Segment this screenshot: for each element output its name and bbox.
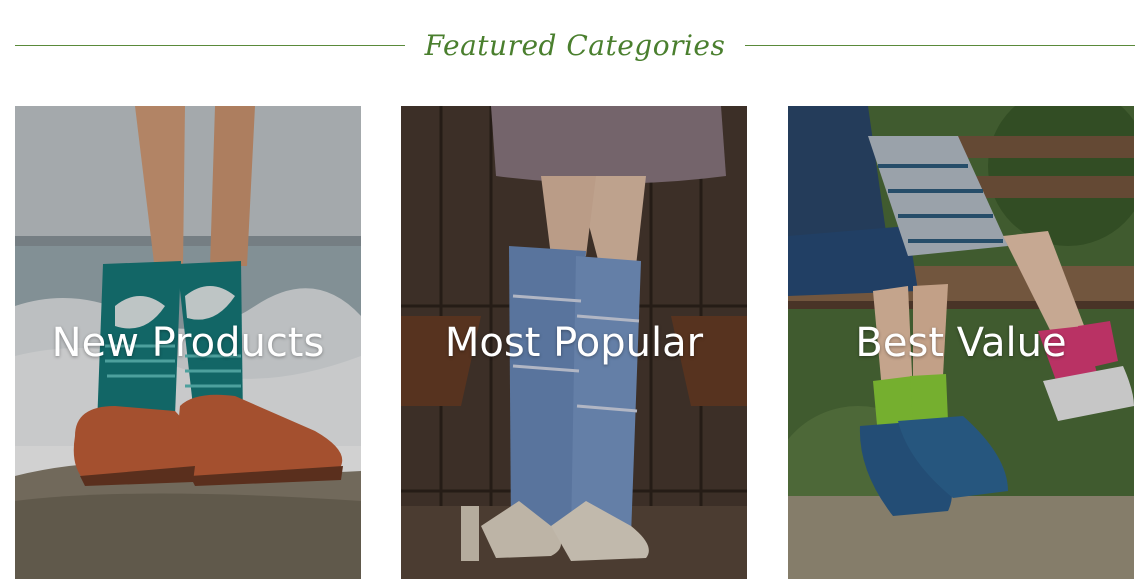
category-tile-new-products[interactable]: New Products xyxy=(15,106,361,579)
section-header: Featured Categories xyxy=(15,22,1136,68)
divider-right xyxy=(745,44,1136,46)
category-label: New Products xyxy=(51,320,325,366)
category-label: Most Popular xyxy=(444,320,704,366)
divider-left xyxy=(15,44,405,46)
section-title: Featured Categories xyxy=(424,28,726,62)
category-grid: New Products Most Popular Best Value xyxy=(15,106,1135,579)
featured-categories-section: Featured Categories New Products Most Po… xyxy=(0,0,1137,579)
category-tile-best-value[interactable]: Best Value xyxy=(788,106,1134,579)
category-label: Best Value xyxy=(855,320,1067,366)
category-tile-most-popular[interactable]: Most Popular xyxy=(401,106,747,579)
